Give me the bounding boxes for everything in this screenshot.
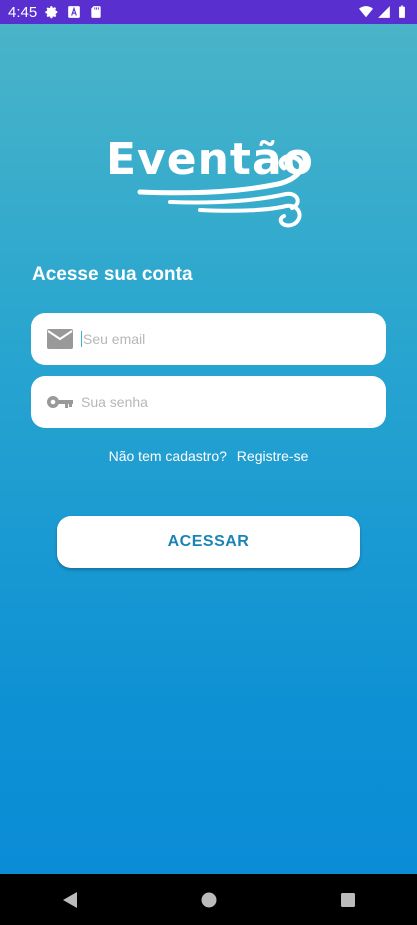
recents-icon — [340, 892, 355, 907]
status-left: 4:45 — [8, 4, 103, 21]
back-button[interactable] — [40, 880, 100, 920]
wifi-icon — [359, 6, 373, 18]
status-bar: 4:45 — [0, 0, 417, 24]
status-time: 4:45 — [8, 3, 38, 21]
recents-button[interactable] — [318, 880, 378, 920]
a-icon — [68, 6, 81, 18]
email-field[interactable] — [31, 313, 386, 365]
signal-icon — [378, 6, 390, 18]
status-right — [359, 5, 409, 19]
app-logo: Eventão — [100, 134, 320, 234]
settings-icon — [45, 6, 58, 19]
register-link[interactable]: Registre-se — [237, 448, 309, 464]
register-row: Não tem cadastro? Registre-se — [0, 448, 417, 464]
key-icon — [47, 396, 73, 408]
sd-card-icon — [91, 6, 101, 18]
navigation-bar — [0, 874, 417, 925]
home-icon — [201, 892, 216, 907]
email-input[interactable] — [83, 331, 363, 347]
login-screen: Eventão Acesse sua conta Não tem cadastr… — [0, 24, 417, 874]
battery-icon — [399, 5, 405, 18]
password-field[interactable] — [31, 376, 386, 428]
logo-swirl-icon — [137, 154, 304, 228]
access-button[interactable]: ACESSAR — [57, 516, 360, 568]
home-button[interactable] — [179, 880, 239, 920]
text-cursor — [81, 331, 82, 347]
email-icon — [47, 329, 73, 349]
password-input[interactable] — [81, 394, 361, 410]
back-icon — [62, 891, 77, 908]
no-account-text: Não tem cadastro? — [108, 448, 227, 464]
login-heading: Acesse sua conta — [32, 264, 193, 285]
